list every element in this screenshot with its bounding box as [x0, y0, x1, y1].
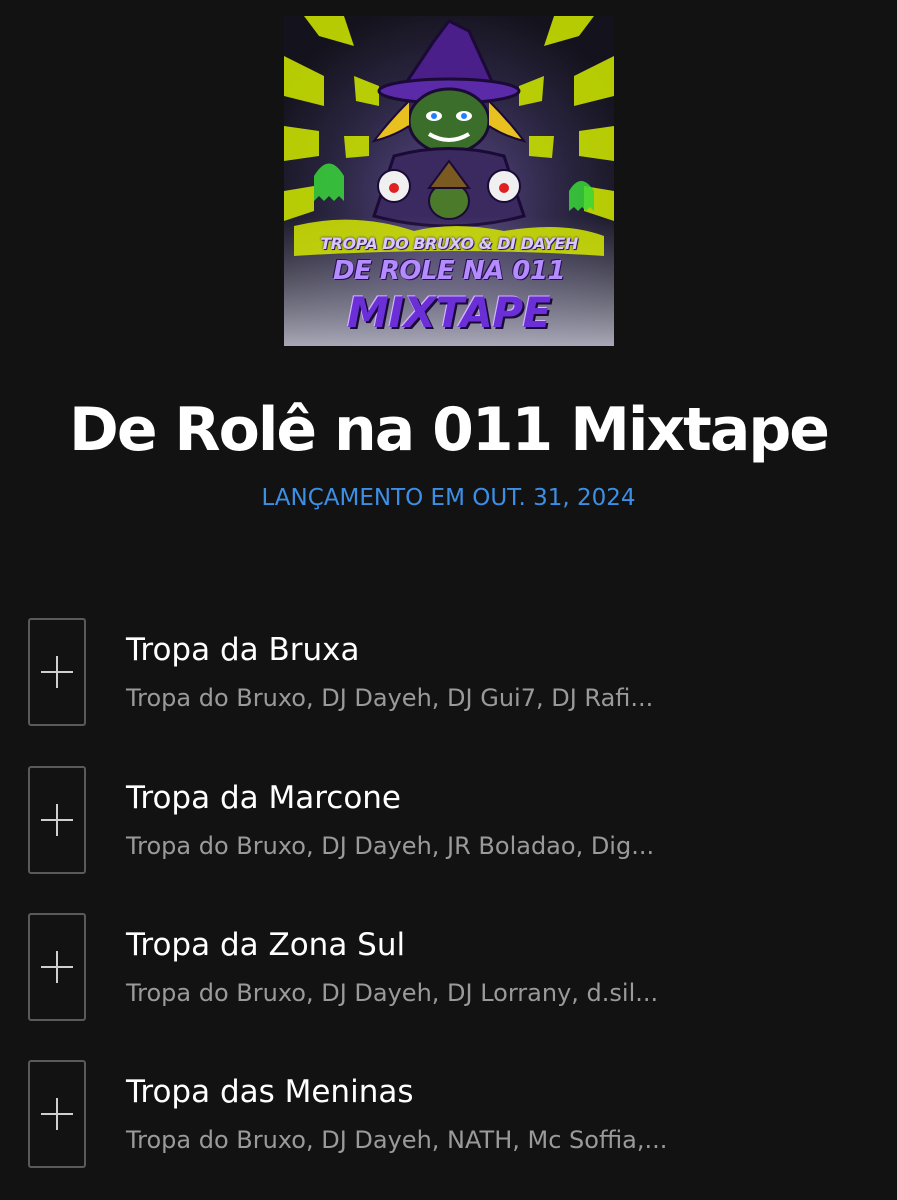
- add-track-button[interactable]: [28, 766, 86, 874]
- plus-icon: [41, 1098, 73, 1130]
- album-page: TROPA DO BRUXO & DI DAYEH DE ROLE NA 011…: [0, 0, 897, 1200]
- album-cover-art[interactable]: TROPA DO BRUXO & DI DAYEH DE ROLE NA 011…: [284, 16, 614, 346]
- track-row[interactable]: Tropa das Meninas Tropa do Bruxo, DJ Day…: [0, 1060, 897, 1172]
- track-artists: Tropa do Bruxo, DJ Dayeh, DJ Gui7, DJ Ra…: [126, 684, 654, 712]
- track-row[interactable]: Tropa da Zona Sul Tropa do Bruxo, DJ Day…: [0, 913, 897, 1025]
- cover-text-title: DE ROLE NA 011: [332, 256, 566, 286]
- album-title: De Rolê na 011 Mixtape: [69, 395, 830, 465]
- track-artists: Tropa do Bruxo, DJ Dayeh, NATH, Mc Soffi…: [126, 1126, 668, 1154]
- plus-icon: [41, 951, 73, 983]
- add-track-button[interactable]: [28, 1060, 86, 1168]
- add-track-button[interactable]: [28, 913, 86, 1021]
- track-artists: Tropa do Bruxo, DJ Dayeh, DJ Lorrany, d.…: [126, 979, 659, 1007]
- track-title[interactable]: Tropa das Meninas: [126, 1072, 414, 1112]
- plus-icon: [41, 804, 73, 836]
- track-artists: Tropa do Bruxo, DJ Dayeh, JR Boladao, Di…: [126, 832, 655, 860]
- plus-icon: [41, 656, 73, 688]
- track-title[interactable]: Tropa da Zona Sul: [126, 925, 405, 965]
- add-track-button[interactable]: [28, 618, 86, 726]
- cover-text-mixtape: MIXTAPE: [347, 288, 551, 337]
- track-title[interactable]: Tropa da Bruxa: [126, 630, 359, 670]
- cover-text-artists: TROPA DO BRUXO & DI DAYEH: [320, 234, 578, 253]
- release-date: LANÇAMENTO EM OUT. 31, 2024: [261, 485, 636, 511]
- track-title[interactable]: Tropa da Marcone: [126, 778, 401, 818]
- track-row[interactable]: Tropa da Marcone Tropa do Bruxo, DJ Daye…: [0, 766, 897, 878]
- track-row[interactable]: Tropa da Bruxa Tropa do Bruxo, DJ Dayeh,…: [0, 618, 897, 730]
